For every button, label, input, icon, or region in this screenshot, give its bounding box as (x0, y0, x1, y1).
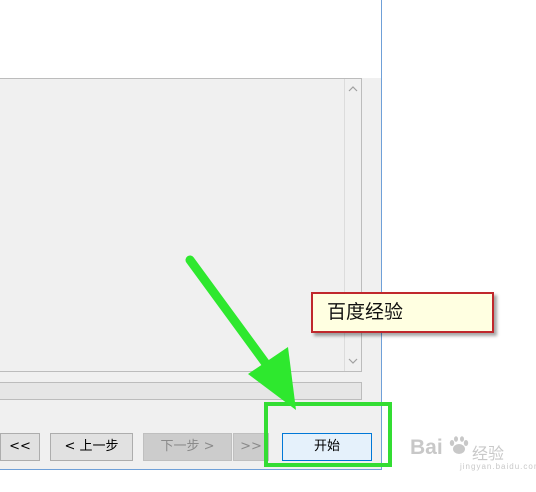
annotation-note: 百度经验 (311, 292, 494, 333)
start-button[interactable]: 开始 (282, 433, 372, 461)
first-step-button[interactable]: << (0, 433, 40, 461)
prev-step-button[interactable]: < 上一步 (50, 433, 133, 461)
dialog-header-area (0, 0, 381, 78)
paw-icon (449, 436, 469, 454)
chevron-up-icon[interactable] (345, 81, 361, 97)
next-step-button: 下一步 > (143, 433, 232, 461)
watermark-text: 经验 (472, 446, 505, 463)
wizard-dialog: << < 上一步 下一步 > >> 开始 (0, 0, 382, 470)
watermark-logo: Bai (410, 436, 443, 459)
progress-bar (0, 382, 362, 400)
watermark: Bai 经验 jingyan.baidu.com (410, 430, 536, 474)
chevron-down-icon[interactable] (345, 353, 361, 369)
last-step-button: >> (233, 433, 269, 461)
watermark-url: jingyan.baidu.com (460, 462, 536, 471)
log-output-area[interactable] (0, 78, 362, 372)
